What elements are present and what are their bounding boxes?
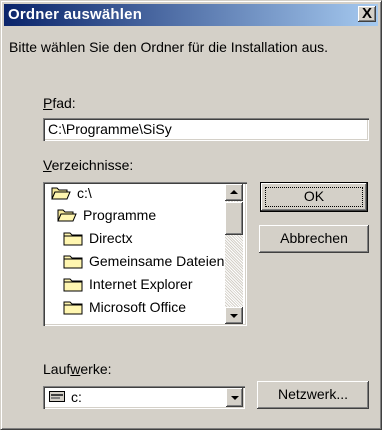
folder-icon	[63, 232, 83, 246]
drive-dropdown-button[interactable]	[226, 388, 243, 407]
folder-icon	[63, 278, 83, 292]
arrow-down-icon	[230, 314, 238, 318]
open-folder-icon	[57, 209, 77, 222]
ok-button[interactable]: OK	[261, 183, 367, 211]
drive-select[interactable]: c:	[43, 386, 245, 409]
arrow-up-icon	[230, 190, 238, 194]
focus-rectangle	[265, 187, 363, 207]
instruction-text: Bitte wählen Sie den Ordner für die Inst…	[9, 39, 329, 55]
close-icon: X	[362, 5, 373, 22]
cancel-button[interactable]: Abbrechen	[259, 225, 369, 253]
directories-label: Verzeichnisse:	[43, 157, 134, 173]
close-button[interactable]: X	[358, 5, 376, 22]
network-button[interactable]: Netzwerk...	[257, 381, 369, 409]
path-input[interactable]: C:\Programme\SiSy	[43, 118, 369, 141]
drive-icon	[49, 391, 65, 402]
folder-icon	[63, 301, 83, 315]
scroll-down-button[interactable]	[225, 307, 243, 324]
scroll-up-button[interactable]	[225, 184, 243, 201]
directory-scrollbar[interactable]	[225, 184, 243, 324]
folder-icon	[63, 255, 83, 269]
path-value: C:\Programme\SiSy	[48, 121, 172, 137]
drives-label: Laufwerke:	[43, 361, 112, 377]
directory-tree[interactable]: c:\ Programme Directx Gemeinsame Dateien	[43, 182, 247, 326]
dialog-title: Ordner auswählen	[8, 6, 143, 23]
open-folder-icon	[51, 187, 71, 200]
chevron-down-icon	[231, 396, 239, 400]
title-bar[interactable]: Ordner auswählen X	[4, 4, 378, 26]
select-folder-dialog: Ordner auswählen X Bitte wählen Sie den …	[0, 0, 382, 430]
path-label: Pfad:	[43, 95, 76, 111]
scroll-thumb[interactable]	[225, 202, 243, 235]
